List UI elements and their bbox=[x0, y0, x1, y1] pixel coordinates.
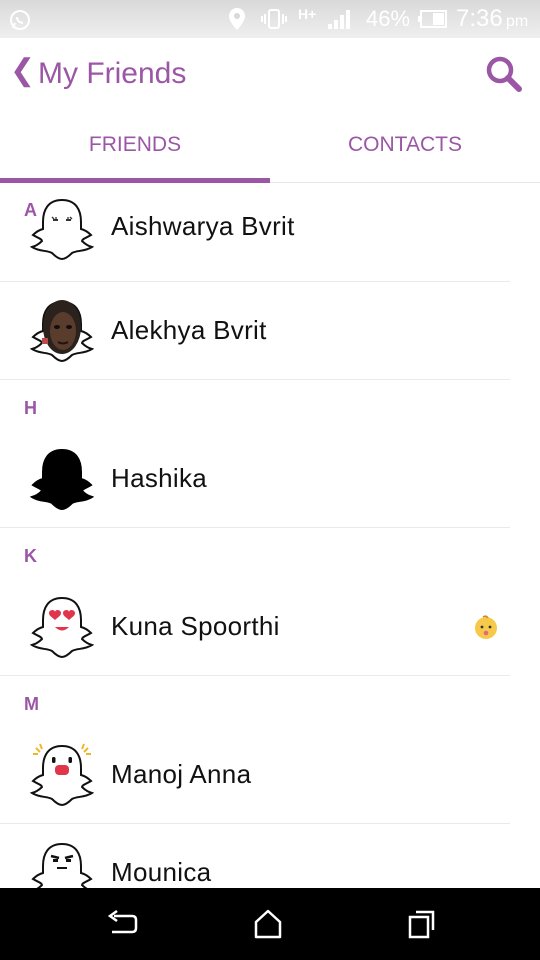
recents-nav-icon[interactable] bbox=[404, 908, 440, 940]
section-header-h: H bbox=[24, 398, 37, 418]
friend-row-kuna[interactable]: Kuna Spoorthi bbox=[0, 578, 540, 678]
search-icon[interactable] bbox=[484, 54, 524, 94]
vibrate-icon bbox=[261, 9, 287, 29]
signal-icon bbox=[328, 10, 350, 29]
baby-emoji bbox=[475, 615, 497, 639]
status-bar: H+ 46% 7:36 pm bbox=[0, 0, 540, 38]
friend-list[interactable]: A Aishwarya Bvrit Alekhya Bvrit H Hashik… bbox=[0, 183, 540, 888]
friend-row-aishwarya[interactable]: Aishwarya Bvrit bbox=[0, 183, 540, 278]
row-divider bbox=[0, 527, 510, 528]
section-header-k: K bbox=[24, 546, 37, 566]
friend-name: Kuna Spoorthi bbox=[111, 611, 280, 641]
home-nav-icon[interactable] bbox=[250, 908, 286, 940]
friend-name: Hashika bbox=[111, 463, 208, 493]
row-divider bbox=[0, 379, 510, 380]
friend-name: Alekhya Bvrit bbox=[111, 315, 267, 345]
back-nav-icon[interactable] bbox=[104, 908, 140, 940]
friend-row-hashika[interactable]: Hashika bbox=[0, 430, 540, 530]
chevron-left-icon[interactable]: ❮ bbox=[10, 56, 35, 86]
page-title: My Friends bbox=[38, 57, 187, 90]
friend-name: Manoj Anna bbox=[111, 759, 252, 789]
whatsapp-icon bbox=[10, 10, 30, 30]
ghost-grumpy-icon bbox=[31, 842, 93, 888]
tab-bar: FRIENDS CONTACTS bbox=[0, 110, 540, 183]
ghost-heart-eyes-icon bbox=[30, 596, 94, 658]
photo-avatar bbox=[30, 300, 94, 362]
section-header-m: M bbox=[24, 694, 39, 714]
battery-icon bbox=[418, 10, 447, 28]
ghost-excited-icon bbox=[30, 743, 94, 806]
row-divider bbox=[0, 675, 510, 676]
friend-name: Aishwarya Bvrit bbox=[111, 211, 295, 241]
clock-time: 7:36 bbox=[456, 5, 503, 32]
system-nav-bar bbox=[0, 888, 540, 960]
clock-ampm: pm bbox=[506, 13, 529, 30]
friend-row-alekhya[interactable]: Alekhya Bvrit bbox=[0, 282, 540, 382]
friend-row-mounica[interactable]: Mounica bbox=[0, 824, 540, 888]
location-icon bbox=[229, 8, 245, 30]
tab-friends[interactable]: FRIENDS bbox=[0, 110, 270, 182]
battery-percent: 46% bbox=[366, 6, 411, 31]
friend-name: Mounica bbox=[111, 857, 212, 887]
ghost-black-icon bbox=[30, 448, 94, 510]
tab-contacts[interactable]: CONTACTS bbox=[270, 110, 540, 182]
network-type: H+ bbox=[298, 6, 317, 22]
friend-row-manoj[interactable]: Manoj Anna bbox=[0, 726, 540, 826]
app-bar: ❮ My Friends bbox=[0, 38, 540, 110]
ghost-sleepy-icon bbox=[30, 198, 94, 260]
